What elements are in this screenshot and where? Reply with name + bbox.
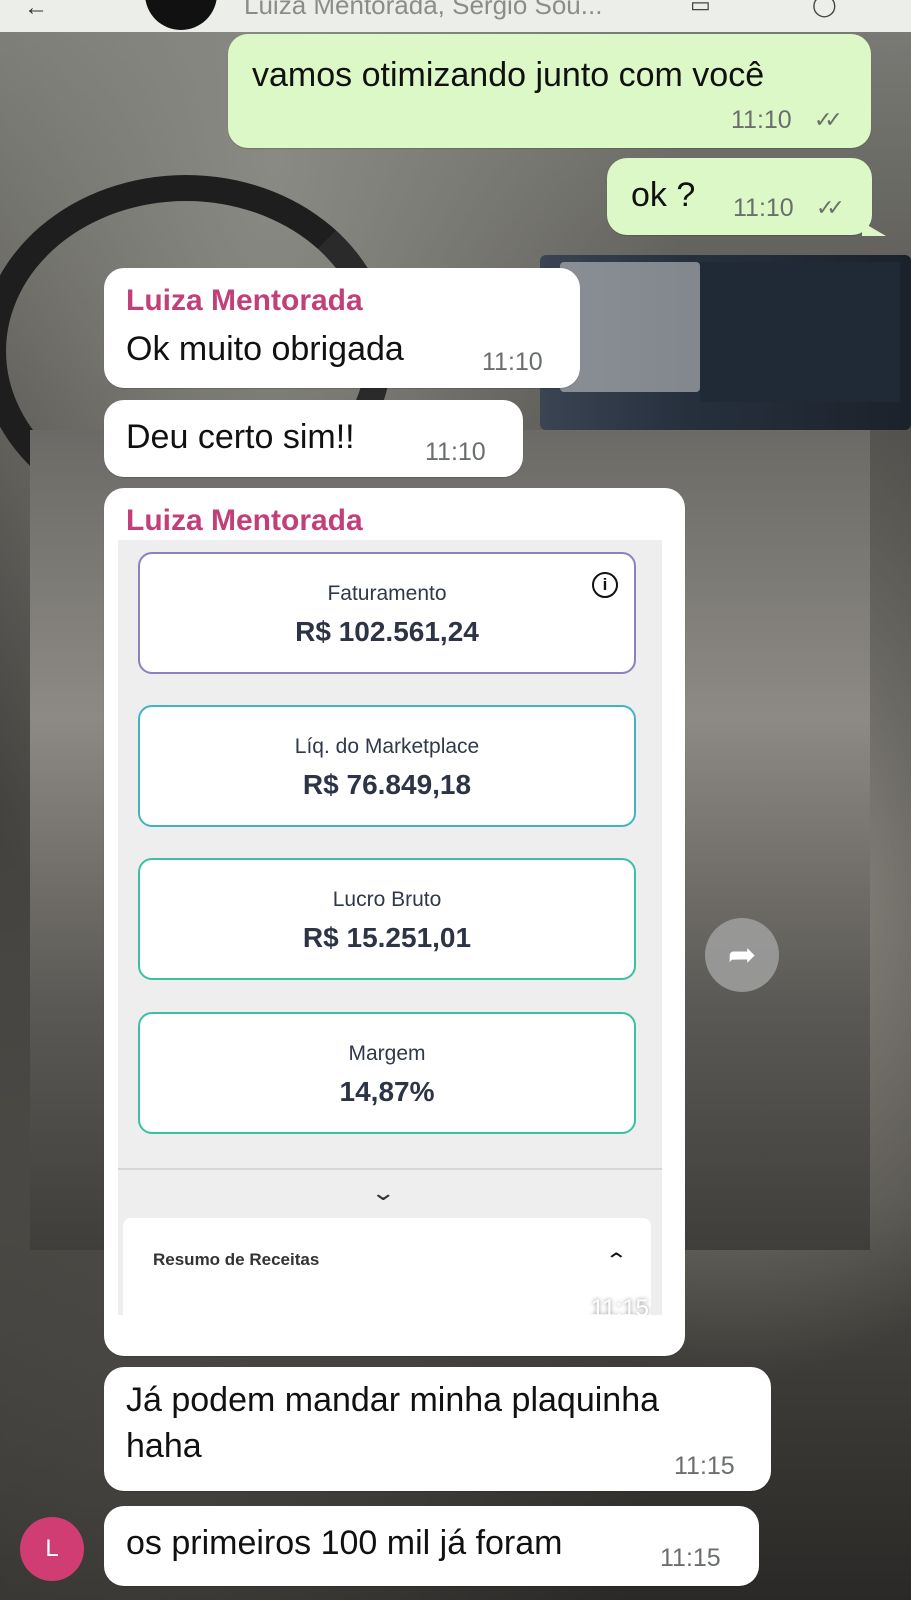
message-bubble-outgoing[interactable]: ok ? 11:10 ✓✓ <box>607 158 872 235</box>
video-call-icon[interactable]: ▭ <box>690 0 711 18</box>
group-avatar[interactable] <box>145 0 217 30</box>
message-text: Ok muito obrigada <box>126 330 404 368</box>
metric-value: 14,87% <box>339 1076 435 1107</box>
dashboard-screenshot-image[interactable]: i Faturamento R$ 102.561,24 Líq. do Mark… <box>118 540 662 1315</box>
forward-button[interactable]: ➦ <box>705 918 779 992</box>
message-time: 11:15 <box>660 1544 721 1572</box>
background-map-panel <box>560 262 700 392</box>
chat-title[interactable]: Luiza Mentorada, Sergio Sou... <box>244 0 602 21</box>
sender-avatar[interactable]: L <box>20 1517 84 1581</box>
message-text: os primeiros 100 mil já foram <box>126 1524 563 1562</box>
metric-value: R$ 102.561,24 <box>295 616 479 647</box>
bubble-tail <box>862 222 886 236</box>
phone-call-icon[interactable]: ◯ <box>812 0 837 18</box>
message-bubble-incoming[interactable]: os primeiros 100 mil já foram 11:15 <box>104 1506 759 1586</box>
double-check-icon: ✓✓ <box>816 195 845 220</box>
message-bubble-outgoing[interactable]: vamos otimizando junto com você 11:10 ✓✓ <box>228 34 871 148</box>
message-text: Deu certo sim!! <box>126 418 355 456</box>
chevron-up-icon: ⌃ <box>604 1250 629 1272</box>
message-time: 11:10 <box>482 348 543 376</box>
chat-header[interactable]: ← Luiza Mentorada, Sergio Sou... ▭ ◯ <box>0 0 911 32</box>
message-time: 11:15 <box>590 1295 649 1315</box>
message-text-line2: haha <box>126 1427 202 1465</box>
metric-card-margem: Margem 14,87% <box>138 1012 636 1134</box>
message-text-line1: Já podem mandar minha plaquinha <box>126 1381 660 1419</box>
message-bubble-incoming[interactable]: Luiza Mentorada Ok muito obrigada 11:10 <box>104 268 580 388</box>
metric-value: R$ 15.251,01 <box>302 922 472 953</box>
message-text: ok ? <box>631 176 696 214</box>
metric-card-lucro-bruto: Lucro Bruto R$ 15.251,01 <box>138 858 636 980</box>
back-arrow-icon[interactable]: ← <box>24 0 48 22</box>
metric-value: R$ 76.849,18 <box>302 769 472 800</box>
message-time: 11:10 <box>425 438 486 466</box>
message-time: 11:10 <box>733 194 794 222</box>
forward-icon: ➦ <box>727 936 757 974</box>
background-apps-panel <box>700 262 900 402</box>
metric-card-faturamento: i Faturamento R$ 102.561,24 <box>138 552 636 674</box>
message-bubble-incoming[interactable]: Deu certo sim!! 11:10 <box>104 400 523 477</box>
metric-label: Margem <box>348 1042 426 1065</box>
divider <box>118 1168 662 1170</box>
metric-label: Lucro Bruto <box>332 888 442 911</box>
metric-label: Líq. do Marketplace <box>294 735 480 758</box>
chevron-down-icon: ⌄ <box>370 1180 397 1205</box>
message-bubble-incoming[interactable]: Já podem mandar minha plaquinha haha 11:… <box>104 1367 771 1491</box>
message-time: 11:10 <box>731 106 792 134</box>
summary-label: Resumo de Receitas <box>153 1250 320 1269</box>
sender-name[interactable]: Luiza Mentorada <box>126 504 363 538</box>
sender-name[interactable]: Luiza Mentorada <box>126 284 363 318</box>
message-time: 11:15 <box>674 1452 735 1480</box>
message-text: vamos otimizando junto com você <box>252 56 765 94</box>
double-check-icon: ✓✓ <box>814 107 843 132</box>
summary-panel: Resumo de Receitas ⌃ <box>123 1218 651 1315</box>
metric-label: Faturamento <box>327 582 447 605</box>
metric-card-liquido-marketplace: Líq. do Marketplace R$ 76.849,18 <box>138 705 636 827</box>
